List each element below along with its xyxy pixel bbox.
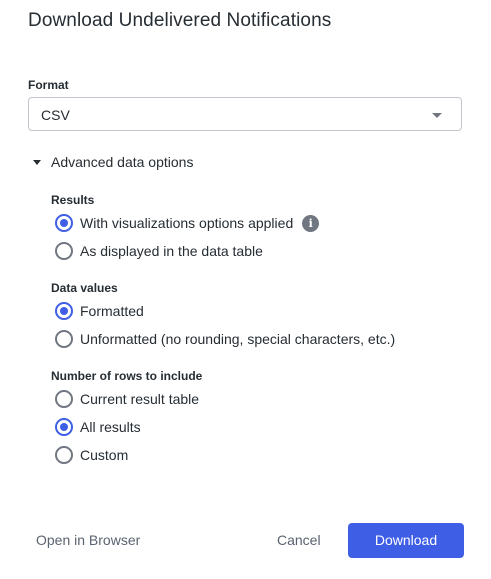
download-button[interactable]: Download [348,523,464,558]
radio-button-checked[interactable] [55,418,73,436]
radio-formatted[interactable]: Formatted [55,301,144,321]
format-select[interactable]: CSV [28,97,462,131]
radio-label: Custom [80,447,129,463]
radio-label: Unformatted (no rounding, special charac… [80,331,396,347]
radio-label: As displayed in the data table [80,243,263,259]
radio-custom[interactable]: Custom [55,445,128,465]
advanced-options-toggle[interactable]: Advanced data options [33,153,193,171]
radio-unformatted[interactable]: Unformatted (no rounding, special charac… [55,329,395,349]
radio-button[interactable] [55,446,73,464]
radio-button[interactable] [55,242,73,260]
radio-button[interactable] [55,390,73,408]
radio-with-visualizations[interactable]: With visualizations options applied i [55,213,320,233]
info-icon[interactable]: i [302,214,320,232]
radio-label: Current result table [80,391,200,407]
cancel-button[interactable]: Cancel [277,523,321,558]
radio-button[interactable] [55,330,73,348]
disclosure-triangle-icon [33,159,41,165]
radio-button-checked[interactable] [55,302,73,320]
radio-label: Formatted [80,303,144,319]
format-select-value: CSV [41,107,70,123]
rows-label: Number of rows to include [51,369,203,383]
radio-label: With visualizations options applied [80,215,294,231]
radio-all-results[interactable]: All results [55,417,141,437]
format-label: Format [28,78,69,92]
radio-as-displayed[interactable]: As displayed in the data table [55,241,263,261]
dialog-title: Download Undelivered Notifications [28,10,332,31]
data-values-label: Data values [51,281,118,295]
open-in-browser-button[interactable]: Open in Browser [36,523,140,558]
radio-label: All results [80,419,141,435]
radio-button-checked[interactable] [55,214,73,232]
advanced-options-label: Advanced data options [51,154,194,170]
radio-current-result-table[interactable]: Current result table [55,389,199,409]
results-label: Results [51,193,95,207]
chevron-down-icon [432,113,442,118]
